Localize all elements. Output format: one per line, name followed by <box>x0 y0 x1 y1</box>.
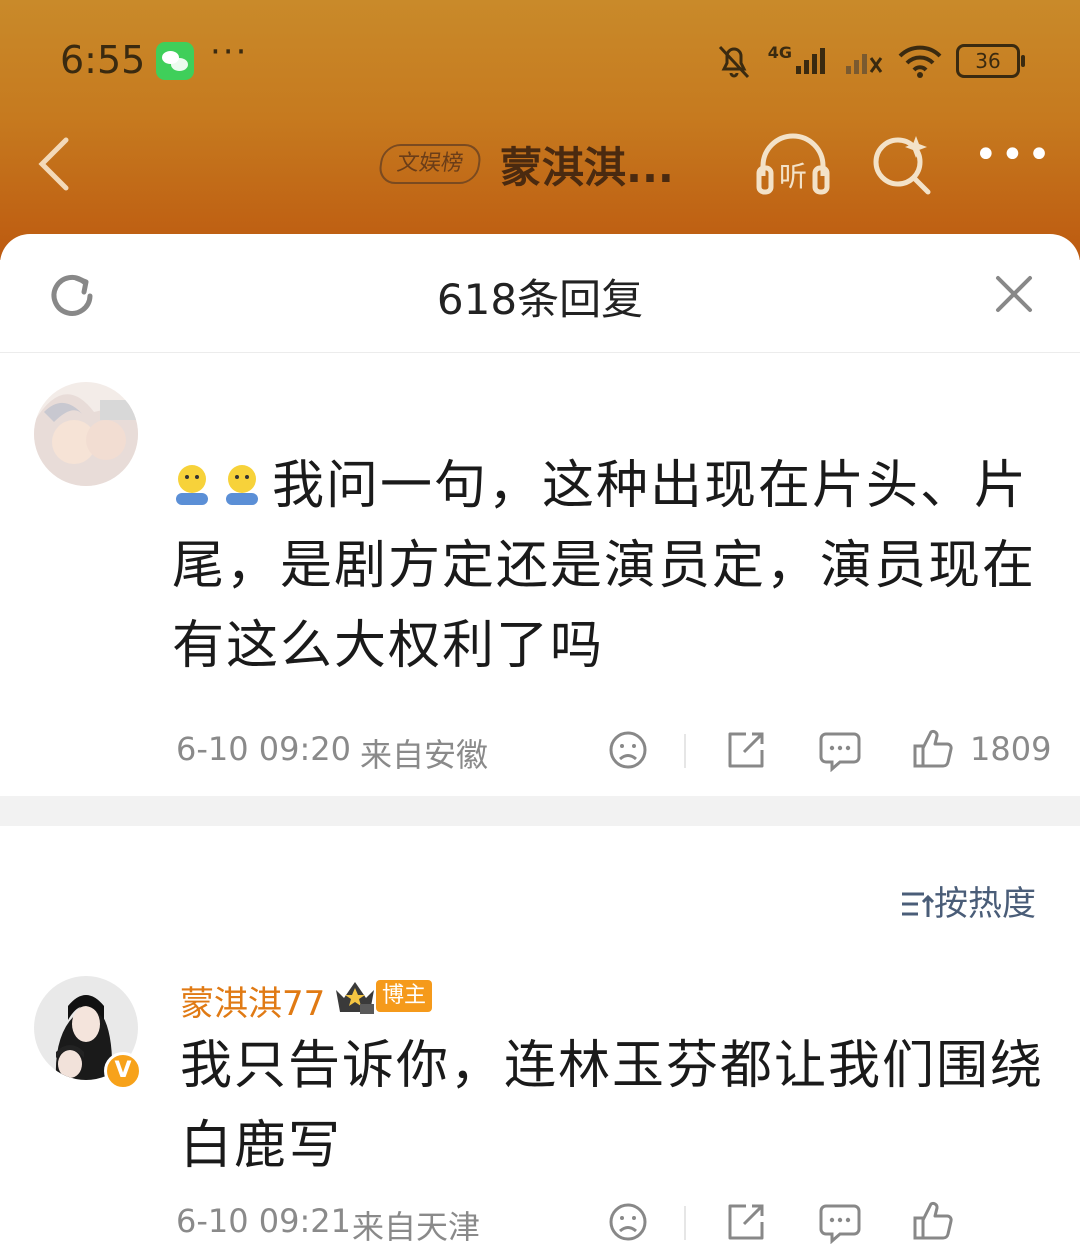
comment-icon[interactable] <box>818 1202 862 1244</box>
section-divider <box>0 796 1080 826</box>
post-author-avatar[interactable] <box>34 382 138 486</box>
action-divider <box>684 1206 686 1240</box>
author-badge: 博主 <box>376 980 432 1012</box>
page-title: 蒙淇淇... <box>500 143 674 192</box>
mute-bell-icon <box>718 45 749 79</box>
more-menu-icon[interactable]: ••• <box>974 132 1054 178</box>
crown-rank-icon <box>336 982 374 1014</box>
status-time: 6:55 <box>60 38 146 82</box>
ranking-tag[interactable]: 文娱榜 <box>377 144 483 184</box>
post-like-count: 1809 <box>970 730 1052 768</box>
top-header: 6:55 ··· 4G 36 文娱榜 蒙淇淇... 听 ••• <box>0 0 1080 260</box>
nav-bar: 文娱榜 蒙淇淇... 听 ••• <box>0 120 1080 210</box>
post-text: 我问一句，这种出现在片头、片尾，是剧方定还是演员定，演员现在有这么大权利了吗 <box>172 456 1037 676</box>
dislike-face-icon[interactable] <box>608 730 648 770</box>
share-icon[interactable] <box>724 1200 768 1244</box>
action-divider <box>684 734 686 768</box>
post-location: 来自安徽 <box>360 736 489 774</box>
svg-text:听: 听 <box>779 160 807 193</box>
anime-avatar-image <box>34 382 138 486</box>
reply-username[interactable]: 蒙淇淇77 <box>180 976 325 1025</box>
post-content: 我问一句，这种出现在片头、片尾，是剧方定还是演员定，演员现在有这么大权利了吗 <box>172 446 1052 686</box>
status-bar: 6:55 ··· 4G 36 <box>0 30 1080 94</box>
replies-sheet: 618条回复 我问一句，这种出现在片头、片尾，是剧方定还是演员定，演员现在有这么… <box>0 234 1080 1260</box>
like-thumb-icon[interactable] <box>912 728 954 770</box>
replies-count-title: 618条回复 <box>436 275 644 324</box>
reply-location: 来自天津 <box>352 1208 481 1246</box>
sheet-header: 618条回复 <box>0 234 1080 353</box>
like-thumb-icon[interactable] <box>912 1200 954 1242</box>
comment-icon[interactable] <box>818 730 862 772</box>
emoji-face-icon <box>172 450 212 505</box>
sort-button[interactable]: 按热度 <box>900 876 1036 925</box>
signal-icon <box>796 48 825 74</box>
post-date: 6-10 09:20 <box>176 730 352 768</box>
sort-icon <box>902 892 935 917</box>
emoji-face-icon <box>222 450 262 505</box>
search-icon[interactable] <box>870 132 934 196</box>
status-more: ··· <box>210 32 249 72</box>
status-icons: 4G 36 <box>714 38 1025 84</box>
reply-content: 我只告诉你，连林玉芬都让我们围绕白鹿写 <box>180 1036 1045 1176</box>
back-icon[interactable] <box>34 134 74 194</box>
share-icon[interactable] <box>724 728 768 772</box>
reply-date: 6-10 09:21 <box>176 1202 352 1240</box>
listen-headphones-icon[interactable]: 听 <box>755 130 831 196</box>
dislike-face-icon[interactable] <box>608 1202 648 1242</box>
signal-weak-icon <box>846 54 883 74</box>
verified-badge-icon: V <box>104 1052 142 1090</box>
sort-label: 按热度 <box>934 884 1036 924</box>
network-type: 4G <box>767 42 792 62</box>
wechat-icon <box>156 42 194 80</box>
battery-indicator: 36 <box>956 44 1025 78</box>
close-icon[interactable] <box>992 272 1036 316</box>
wifi-icon <box>898 45 942 78</box>
